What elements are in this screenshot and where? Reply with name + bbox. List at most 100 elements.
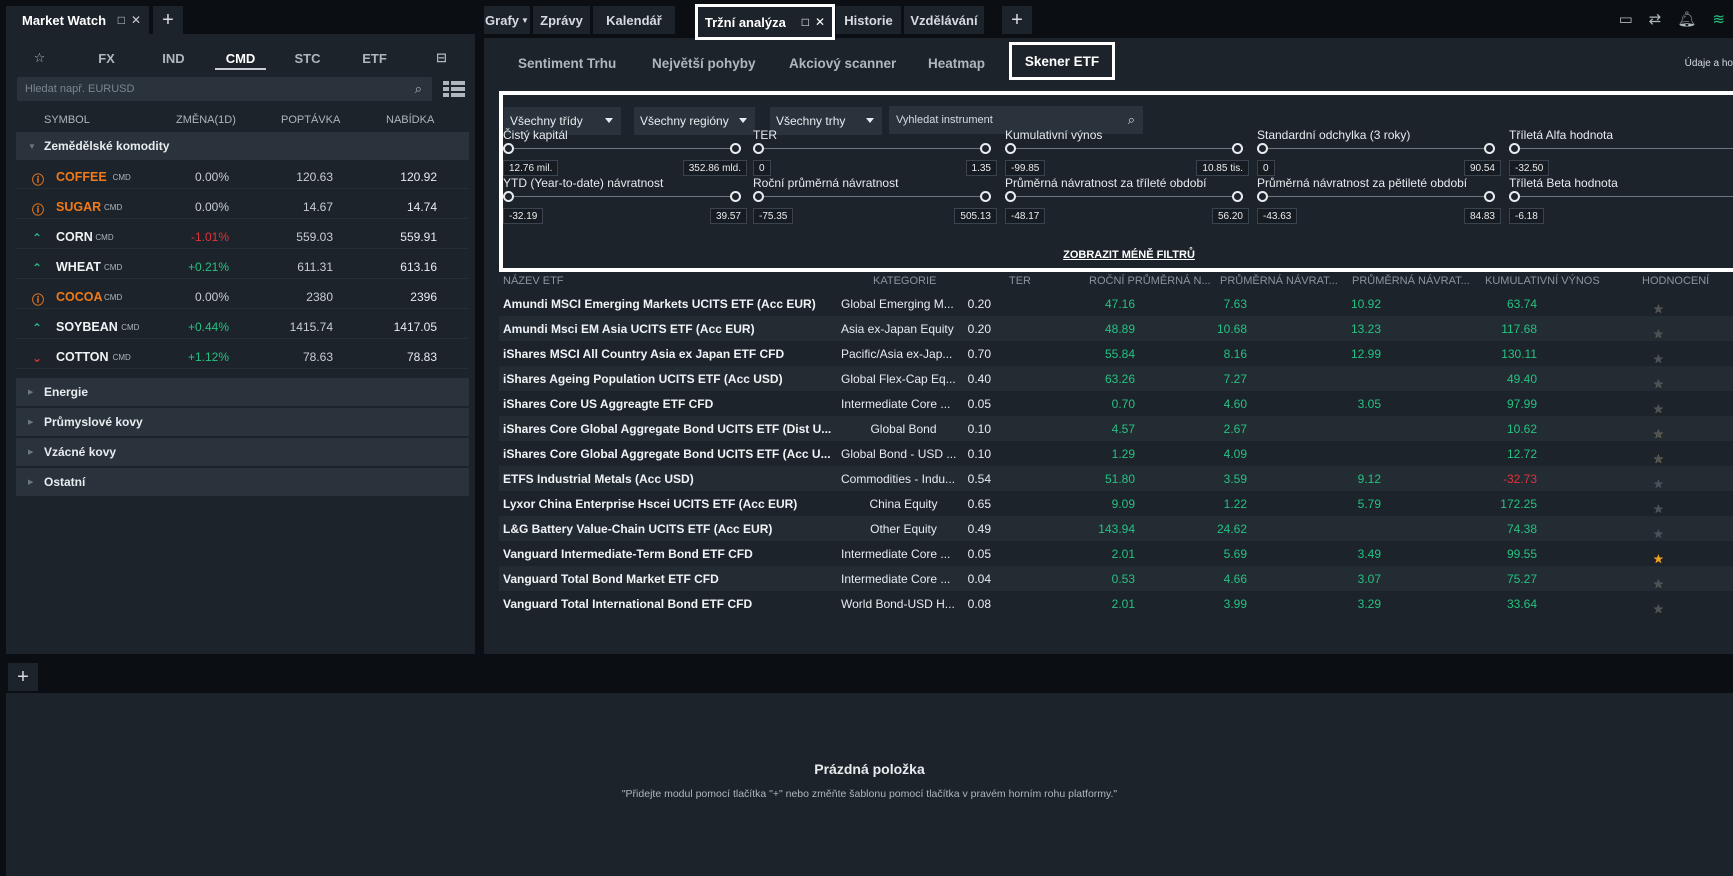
slider-min-value[interactable]: 12.76 mil. [503, 160, 559, 176]
slider-min-value[interactable]: -99.85 [1005, 160, 1046, 176]
slider-min-value[interactable]: -75.35 [753, 208, 794, 224]
col-ter[interactable]: TER [1009, 275, 1031, 287]
col-name[interactable]: NÁZEV ETF [503, 275, 564, 287]
tab-zpravy[interactable]: Zprávy [533, 6, 590, 34]
slider-min-handle[interactable] [1509, 143, 1520, 154]
col-bid[interactable]: POPTÁVKA [281, 114, 340, 126]
show-less-filters-link[interactable]: ZOBRAZIT MÉNĚ FILTRŮ [503, 249, 1733, 261]
slider-max-handle[interactable] [1484, 191, 1495, 202]
range-slider[interactable]: Standardní odchylka (3 roky) 0 90.54 [1257, 128, 1510, 178]
tab-kalendar[interactable]: Kalendář [593, 6, 675, 34]
tab-historie[interactable]: Historie [836, 6, 901, 34]
layout-icon[interactable]: ▭ [1619, 10, 1633, 28]
slider-min-value[interactable]: -48.17 [1005, 208, 1046, 224]
slider-max-handle[interactable] [1484, 143, 1495, 154]
slider-max-handle[interactable] [730, 143, 741, 154]
slider-max-handle[interactable] [980, 143, 991, 154]
etf-row[interactable]: L&G Battery Value-Chain UCITS ETF (Acc E… [499, 516, 1733, 541]
range-slider[interactable]: Roční průměrná návratnost -75.35 505.13 [753, 176, 1006, 226]
etf-row[interactable]: iShares MSCI All Country Asia ex Japan E… [499, 341, 1733, 366]
slider-track[interactable] [508, 148, 738, 149]
group-průmyslové-kovy[interactable]: ▶ Průmyslové kovy [16, 408, 469, 437]
etf-row[interactable]: Vanguard Intermediate-Term Bond ETF CFD I… [499, 541, 1733, 566]
slider-track[interactable] [1010, 148, 1240, 149]
tab-inbox[interactable]: ⊟ [408, 44, 475, 72]
range-slider[interactable]: YTD (Year-to-date) návratnost -32.19 39.57 [503, 176, 756, 226]
group-vzácné-kovy[interactable]: ▶ Vzácné kovy [16, 438, 469, 467]
slider-min-handle[interactable] [753, 143, 764, 154]
range-slider[interactable]: Čistý kapitál 12.76 mil. 352.86 mld. [503, 128, 756, 178]
range-slider[interactable]: Tříletá Alfa hodnota -32.50 [1509, 128, 1733, 178]
slider-min-handle[interactable] [503, 143, 514, 154]
subtab-sentiment[interactable]: Sentiment Trhu [518, 56, 616, 71]
subtab-heatmap[interactable]: Heatmap [928, 56, 985, 71]
market-watch-row[interactable]: ⌃ CORN CMD -1.01% 559.03 559.91 [16, 222, 469, 249]
subtab-etf-scanner[interactable]: Skener ETF [1009, 42, 1115, 80]
slider-max-value[interactable]: 84.83 [1463, 208, 1501, 224]
slider-max-value[interactable]: 1.35 [965, 160, 997, 176]
market-watch-row[interactable]: ⓘ COCOA CMD 0.00% 2380 2396 [16, 282, 469, 309]
slider-max-handle[interactable] [730, 191, 741, 202]
slider-max-handle[interactable] [1232, 191, 1243, 202]
slider-max-value[interactable]: 39.57 [709, 208, 747, 224]
maximize-icon[interactable]: □ [118, 13, 125, 27]
market-watch-row[interactable]: ⓘ SUGAR CMD 0.00% 14.67 14.74 [16, 192, 469, 219]
etf-row[interactable]: Amundi MSCI Emerging Markets UCITS ETF (… [499, 291, 1733, 316]
tab-favorites[interactable]: ☆ [6, 44, 73, 72]
tab-etf[interactable]: ETF [341, 44, 408, 72]
range-slider[interactable]: Kumulativní výnos -99.85 10.85 tis. [1005, 128, 1258, 178]
etf-row[interactable]: iShares Ageing Population UCITS ETF (Acc… [499, 366, 1733, 391]
market-watch-row[interactable]: ⌃ WHEAT CMD +0.21% 611.31 613.16 [16, 252, 469, 279]
slider-max-value[interactable]: 90.54 [1463, 160, 1501, 176]
group-agricultural[interactable]: ▼ Zemědělské komodity [16, 132, 469, 161]
search-icon[interactable]: ⌕ [1128, 112, 1135, 128]
slider-min-value[interactable]: -6.18 [1509, 208, 1544, 224]
etf-row[interactable]: iShares Core Global Aggregate Bond UCITS… [499, 416, 1733, 441]
etf-row[interactable]: Vanguard Total International Bond ETF CF… [499, 591, 1733, 616]
slider-min-handle[interactable] [1257, 143, 1268, 154]
range-slider[interactable]: Průměrná návratnost za pětileté období -4… [1257, 176, 1510, 226]
market-watch-row[interactable]: ⓘ COFFEE CMD 0.00% 120.63 120.92 [16, 162, 469, 189]
slider-max-value[interactable]: 505.13 [954, 208, 997, 224]
tab-grafy[interactable]: Grafy ▼ [484, 6, 530, 34]
add-tab-button[interactable]: + [153, 6, 183, 34]
tab-ind[interactable]: IND [140, 44, 207, 72]
slider-track[interactable] [508, 196, 738, 197]
slider-min-handle[interactable] [1005, 143, 1016, 154]
col-category[interactable]: KATEGORIE [873, 275, 936, 287]
grid-view-icon[interactable] [443, 81, 465, 97]
slider-track[interactable] [1262, 196, 1492, 197]
slider-track[interactable] [1010, 196, 1240, 197]
col-annual-return[interactable]: ROČNÍ PRŮMĚRNÁ N... [1089, 275, 1211, 287]
maximize-icon[interactable]: □ [802, 15, 809, 29]
tab-fx[interactable]: FX [73, 44, 140, 72]
col-symbol[interactable]: SYMBOL [44, 114, 90, 126]
tab-stc[interactable]: STC [274, 44, 341, 72]
slider-track[interactable] [1514, 196, 1733, 197]
slider-max-value[interactable]: 56.20 [1211, 208, 1249, 224]
bell-icon[interactable]: 🔔︎ [1677, 10, 1696, 28]
add-module-button[interactable]: + [8, 663, 38, 691]
col-change[interactable]: ZMĚNA(1D) [176, 114, 236, 126]
market-watch-tab[interactable]: Market Watch □ ✕ [6, 6, 149, 34]
market-watch-row[interactable]: ⌄ COTTON CMD +1.12% 78.63 78.83 [16, 342, 469, 369]
slider-min-value[interactable]: 0 [1257, 160, 1275, 176]
market-watch-row[interactable]: ⌃ SOYBEAN CMD +0.44% 1415.74 1417.05 [16, 312, 469, 339]
slider-max-handle[interactable] [1232, 143, 1243, 154]
subtab-stock-scanner[interactable]: Akciový scanner [789, 56, 896, 71]
close-icon[interactable]: ✕ [815, 15, 825, 29]
exchange-icon[interactable]: ⇄ [1649, 10, 1662, 28]
close-icon[interactable]: ✕ [131, 13, 141, 27]
search-icon[interactable]: ⌕ [415, 81, 422, 97]
range-slider[interactable]: Průměrná návratnost za tříleté období -48… [1005, 176, 1258, 226]
col-rating[interactable]: HODNOCENÍ [1642, 275, 1709, 287]
group-energie[interactable]: ▶ Energie [16, 378, 469, 407]
slider-track[interactable] [758, 196, 988, 197]
slider-track[interactable] [1514, 148, 1733, 149]
slider-min-handle[interactable] [1257, 191, 1268, 202]
tab-trzni-analyza[interactable]: Tržní analýza □ ✕ [695, 4, 835, 40]
info-text[interactable]: Údaje a ho [1685, 58, 1733, 69]
slider-min-value[interactable]: -43.63 [1257, 208, 1298, 224]
group-ostatní[interactable]: ▶ Ostatní [16, 468, 469, 497]
slider-min-value[interactable]: 0 [753, 160, 771, 176]
